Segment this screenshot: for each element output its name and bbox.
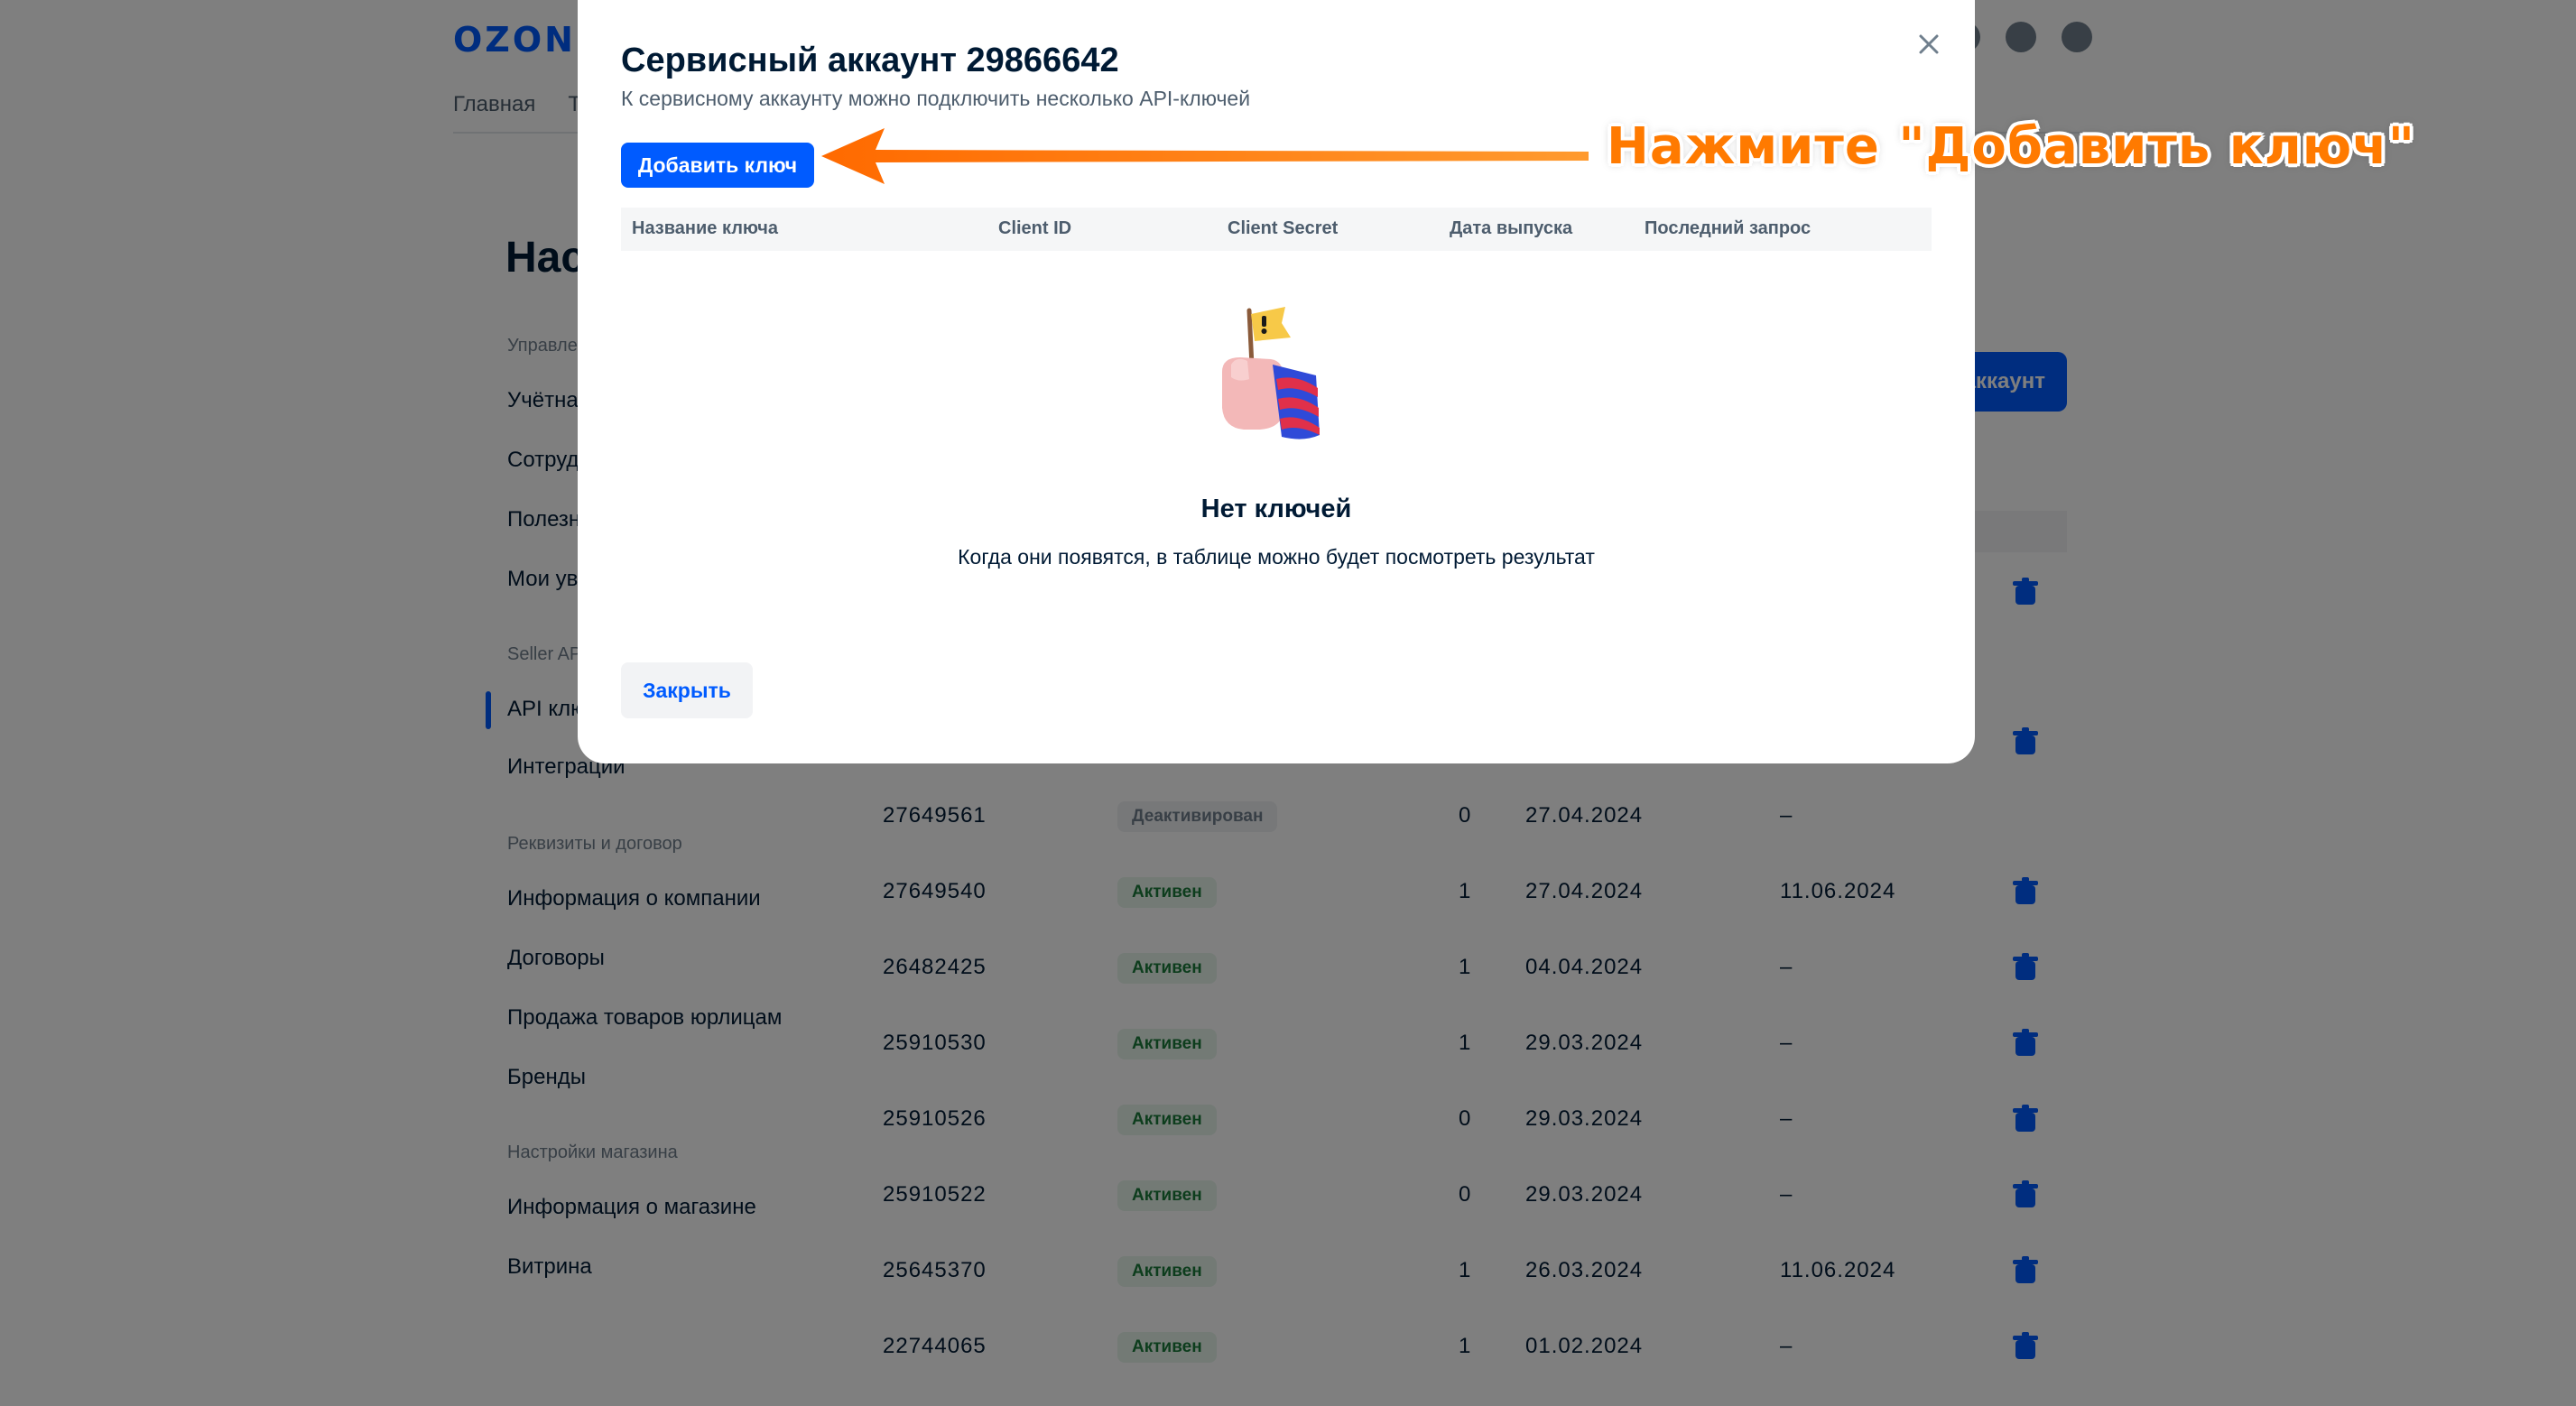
hand-flag-illustration-icon: [1222, 307, 1320, 439]
close-modal-button[interactable]: Закрыть: [621, 662, 753, 718]
annotation-text: Нажмите "Добавить ключ": [1607, 117, 2415, 176]
service-account-modal: Сервисный аккаунт 29866642 К сервисному …: [578, 0, 2414, 763]
column-last-request[interactable]: Последний запрос: [1645, 218, 1811, 239]
annotation-arrow-icon: [821, 128, 1589, 184]
empty-state-description: Когда они появятся, в таблице можно буде…: [958, 545, 1595, 569]
close-icon[interactable]: [1912, 27, 1946, 61]
column-issue-date[interactable]: Дата выпуска: [1450, 218, 1572, 239]
empty-state-title: Нет ключей: [1200, 495, 1352, 523]
add-key-button[interactable]: Добавить ключ: [621, 143, 814, 188]
column-client-id[interactable]: Client ID: [998, 218, 1071, 239]
modal-subtitle: К сервисному аккаунту можно подключить н…: [621, 87, 1251, 110]
modal-title: Сервисный аккаунт 29866642: [621, 42, 1119, 79]
column-client-secret[interactable]: Client Secret: [1228, 218, 1338, 239]
keys-table-header: Название ключа Client ID Client Secret Д…: [621, 208, 1932, 251]
column-key-name[interactable]: Название ключа: [632, 218, 778, 239]
